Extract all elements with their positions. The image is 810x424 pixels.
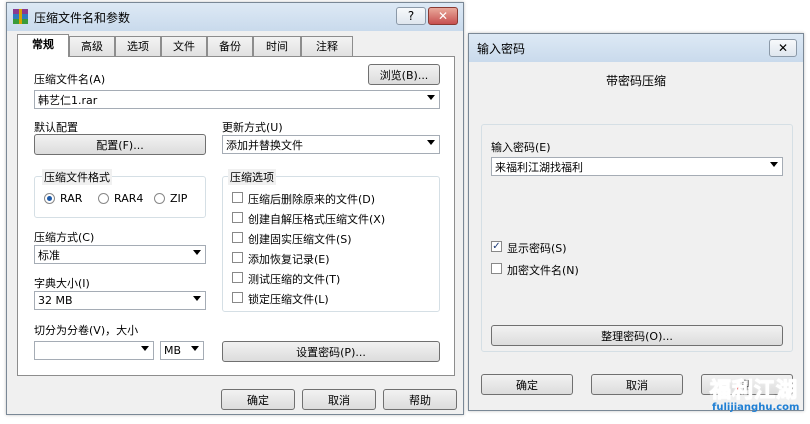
create-sfx-label[interactable]: 创建自解压格式压缩文件(X) [248,211,385,227]
compression-method-combo[interactable]: 标准 [34,245,206,264]
update-mode-combo[interactable]: 添加并替换文件 [222,135,440,154]
archive-format-label: 压缩文件格式 [42,169,112,185]
show-password-label[interactable]: 显示密码(S) [507,240,567,256]
encrypt-filenames-checkbox[interactable] [491,263,502,274]
password-window-title: 输入密码 [477,42,526,56]
dictionary-size-combo[interactable]: 32 MB [34,291,206,310]
lock-archive-checkbox[interactable] [232,292,243,303]
recovery-record-label[interactable]: 添加恢复记录(E) [248,251,330,267]
format-rar-label[interactable]: RAR [60,192,82,205]
solid-archive-label[interactable]: 创建固实压缩文件(S) [248,231,352,247]
chevron-down-icon[interactable] [191,346,199,351]
password-heading: 带密码压缩 [605,74,666,88]
cancel-button[interactable]: 取消 [302,389,376,410]
format-zip-label[interactable]: ZIP [170,192,187,205]
close-icon[interactable]: ✕ [428,7,458,25]
update-mode-label: 更新方式(U) [222,121,283,134]
tab-options[interactable]: 选项 [115,36,161,56]
chevron-down-icon[interactable] [193,296,201,301]
chevron-down-icon[interactable] [141,346,149,351]
password-input-combo[interactable]: 来福利江湖找福利 [491,157,783,176]
split-unit-combo[interactable]: MB [160,341,204,360]
winrar-app-icon [13,9,28,24]
password-title-bar[interactable]: 输入密码 ✕ [469,34,803,62]
tab-files[interactable]: 文件 [161,36,207,56]
delete-after-checkbox[interactable] [232,192,243,203]
lock-archive-label[interactable]: 锁定压缩文件(L) [248,291,329,307]
test-files-label[interactable]: 测试压缩的文件(T) [248,271,340,287]
delete-after-label[interactable]: 压缩后删除原来的文件(D) [248,191,375,207]
help-title-button[interactable]: ? [396,7,426,25]
chevron-down-icon[interactable] [427,95,435,100]
split-size-combo[interactable] [34,341,154,360]
encrypt-filenames-label[interactable]: 加密文件名(N) [507,262,579,278]
compression-method-label: 压缩方式(C) [34,231,95,244]
chevron-down-icon[interactable] [427,140,435,145]
window-title: 压缩文件名和参数 [34,11,131,25]
archive-options-label: 压缩选项 [228,169,276,185]
organize-passwords-button[interactable]: 整理密码(O)... [491,325,783,346]
archive-name-combo[interactable]: 韩艺仁1.rar [34,90,440,109]
archive-name-label: 压缩文件名(A) [34,73,106,86]
solid-archive-checkbox[interactable] [232,232,243,243]
ok-button[interactable]: 确定 [221,389,295,410]
format-zip-radio[interactable] [154,193,165,204]
create-sfx-checkbox[interactable] [232,212,243,223]
format-rar4-label[interactable]: RAR4 [114,192,143,205]
split-volumes-label: 切分为分卷(V)，大小 [34,324,139,337]
password-cancel-button[interactable]: 取消 [591,374,683,395]
chevron-down-icon[interactable] [193,250,201,255]
archive-name-value: 韩艺仁1.rar [38,93,98,107]
chevron-down-icon[interactable] [770,162,778,167]
close-icon[interactable]: ✕ [769,39,797,57]
tab-backup[interactable]: 备份 [207,36,253,56]
default-profile-label: 默认配置 [34,121,78,134]
update-mode-value: 添加并替换文件 [226,138,303,152]
dictionary-size-label: 字典大小(I) [34,277,90,290]
password-value: 来福利江湖找福利 [495,160,583,174]
enter-password-dialog: 输入密码 ✕ 带密码压缩 输入密码(E) 来福利江湖找福利 ✓ 显示密码(S) … [468,33,804,411]
compression-method-value: 标准 [38,248,60,262]
dictionary-size-value: 32 MB [38,294,73,307]
tab-general[interactable]: 常规 [17,34,69,57]
set-password-button[interactable]: 设置密码(P)... [222,341,440,362]
help-button[interactable]: 帮助 [383,389,457,410]
tab-advanced[interactable]: 高级 [69,36,115,56]
browse-button[interactable]: 浏览(B)... [368,64,440,85]
watermark-url: fulijianghu.com [712,402,800,413]
format-rar4-radio[interactable] [98,193,109,204]
tab-time[interactable]: 时间 [253,36,301,56]
enter-password-label: 输入密码(E) [491,141,551,154]
split-unit-value: MB [164,344,182,357]
profiles-button[interactable]: 配置(F)... [34,134,206,155]
archive-name-dialog: 压缩文件名和参数 ? ✕ 常规 高级 选项 文件 备份 时间 注释 压缩文件名(… [6,2,464,415]
format-rar-radio[interactable] [44,193,55,204]
test-files-checkbox[interactable] [232,272,243,283]
watermark-text: 福利江湖 [710,378,798,403]
password-ok-button[interactable]: 确定 [481,374,573,395]
tab-comment[interactable]: 注释 [301,36,353,56]
recovery-record-checkbox[interactable] [232,252,243,263]
general-tab-panel: 压缩文件名(A) 浏览(B)... 韩艺仁1.rar 默认配置 配置(F)...… [17,56,455,376]
watermark: 福利江湖 fulijianghu.com [706,374,806,420]
show-password-checkbox[interactable]: ✓ [491,241,502,252]
title-bar[interactable]: 压缩文件名和参数 ? ✕ [7,3,463,31]
